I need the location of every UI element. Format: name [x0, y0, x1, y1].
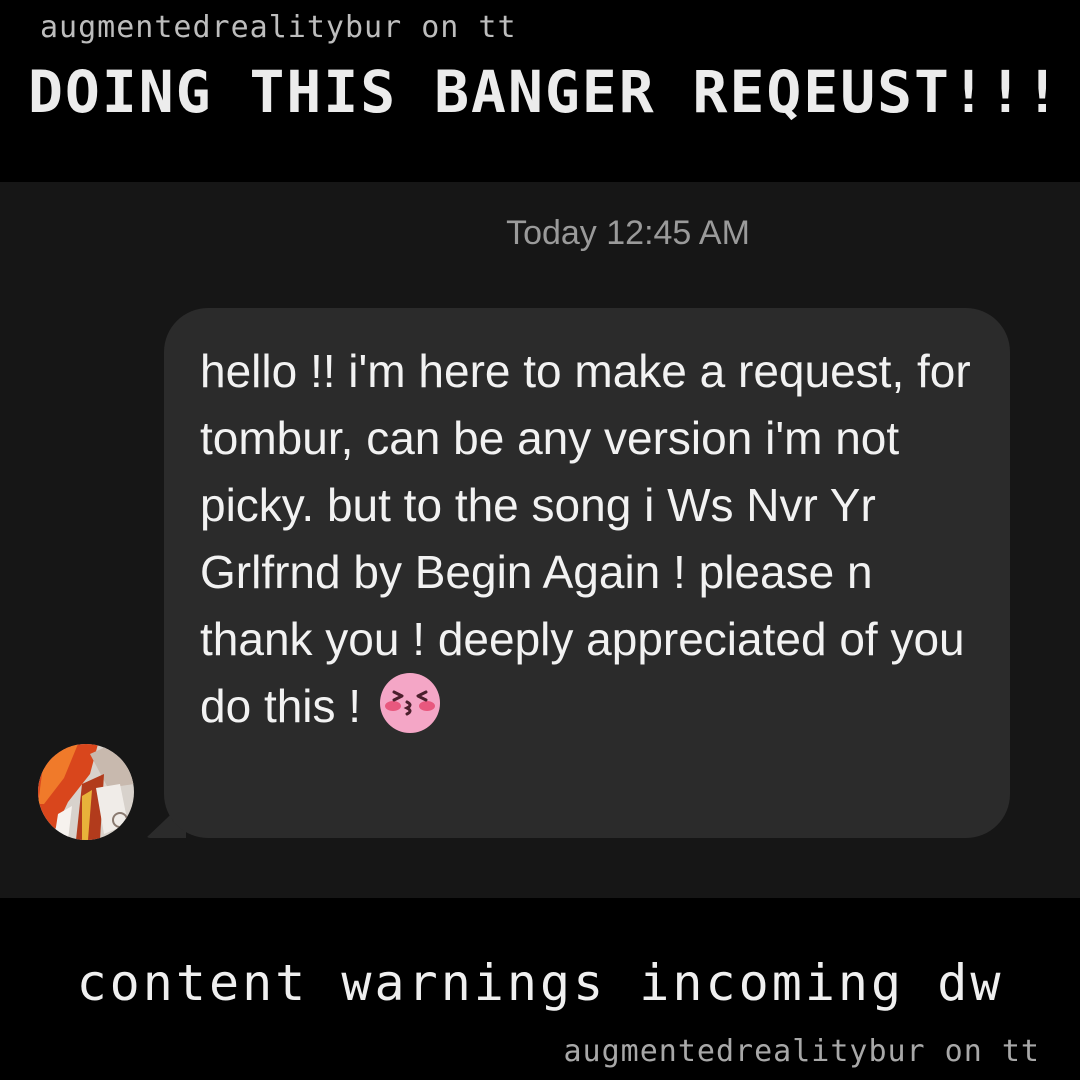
message-timestamp: Today 12:45 AM — [506, 214, 750, 252]
message-text: hello !! i'm here to make a request, for… — [200, 338, 980, 740]
watermark-top: augmentedrealitybur on tt — [40, 10, 517, 45]
avatar-image-icon — [38, 744, 134, 840]
edited-screenshot-post: augmentedrealitybur on tt DOING THIS BAN… — [0, 0, 1080, 1080]
message-bubble[interactable]: hello !! i'm here to make a request, for… — [164, 308, 1010, 838]
headline: DOING THIS BANGER REQEUST!!! — [28, 58, 1062, 126]
message-body: hello !! i'm here to make a request, for… — [200, 345, 971, 732]
watermark-bottom: augmentedrealitybur on tt — [563, 1034, 1040, 1069]
kissing-face-emoji-icon — [379, 672, 441, 734]
content-warning-caption: content warnings incoming dw — [76, 954, 1004, 1012]
sender-avatar[interactable] — [38, 744, 134, 840]
